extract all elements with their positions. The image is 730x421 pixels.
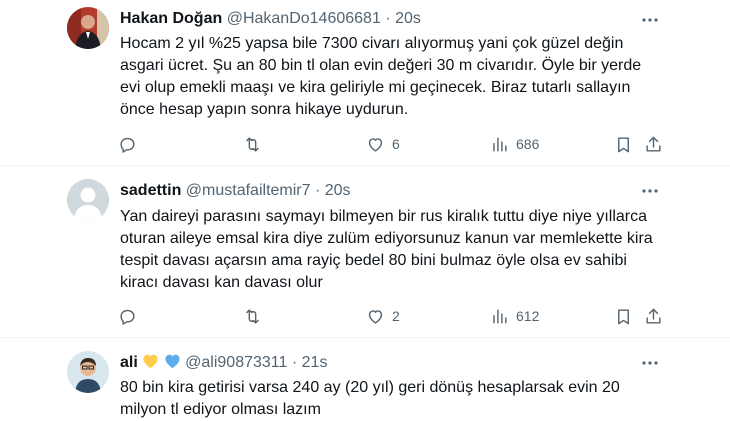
- tweet-actions: 2 612: [118, 305, 661, 327]
- tweet-line: oturan aileye emsal kira diye zulüm ediy…: [120, 230, 653, 247]
- views-button[interactable]: 612: [490, 305, 539, 327]
- blue-heart-emoji-icon: [165, 354, 180, 369]
- tweet-time[interactable]: 20s: [395, 10, 421, 27]
- share-icon: [646, 136, 661, 152]
- more-icon: [642, 361, 658, 365]
- like-count: 6: [392, 136, 400, 152]
- tweet-line: asgari ücret. Şu an 80 bin tl olan evin …: [120, 57, 642, 74]
- cartoon-avatar-icon: [67, 351, 109, 393]
- author-name[interactable]: ali: [120, 354, 138, 371]
- views-button[interactable]: 686: [490, 133, 539, 155]
- retweet-icon: [246, 136, 259, 152]
- like-count: 2: [392, 308, 400, 324]
- avatar-photo-icon: [67, 7, 109, 49]
- more-options-button[interactable]: [640, 181, 660, 201]
- separator-dot: ·: [385, 10, 391, 27]
- yellow-heart-emoji-icon: [143, 354, 158, 369]
- tweet-text: Yan daireyi parasını saymayı bilmeyen bi…: [120, 206, 680, 294]
- views-icon: [493, 136, 507, 152]
- retweet-button[interactable]: [243, 133, 262, 155]
- bookmark-button[interactable]: [614, 133, 633, 155]
- more-icon: [642, 18, 658, 22]
- tweet-line: kiracı davası kan davası olur: [120, 274, 323, 291]
- view-count: 686: [516, 136, 540, 152]
- separator-dot: ·: [291, 354, 298, 371]
- tweet-time[interactable]: 21s: [302, 354, 328, 371]
- bookmark-icon: [618, 308, 629, 324]
- default-avatar-icon: [67, 179, 109, 221]
- bookmark-icon: [618, 136, 629, 152]
- bookmark-button[interactable]: [614, 305, 633, 327]
- share-icon: [646, 308, 661, 324]
- tweet-header: ali @ali90873311 · 21s: [120, 353, 327, 373]
- tweet-hakan[interactable]: Hakan Doğan @HakanDo14606681 · 20s Hocam…: [0, 0, 730, 165]
- tweet-time[interactable]: 20s: [325, 182, 351, 199]
- share-button[interactable]: [644, 133, 663, 155]
- avatar[interactable]: [67, 7, 109, 49]
- tweet-line: tespit davası açarsın ama rayiç bedel 80…: [120, 252, 627, 269]
- author-handle[interactable]: @HakanDo14606681: [227, 10, 381, 27]
- view-count: 612: [516, 308, 540, 324]
- tweet-text: 80 bin kira getirisi varsa 240 ay (20 yı…: [120, 377, 680, 421]
- author-name[interactable]: sadettin: [120, 182, 181, 199]
- share-button[interactable]: [644, 305, 663, 327]
- tweet-line: evi olup emekli maaşı ve kira geliriyle …: [120, 79, 631, 96]
- like-button[interactable]: 6: [366, 133, 400, 155]
- tweet-header: sadettin @mustafailtemir7 · 20s: [120, 181, 351, 201]
- tweet-line: Yan daireyi parasını saymayı bilmeyen bi…: [120, 208, 648, 225]
- like-button[interactable]: 2: [366, 305, 400, 327]
- tweet-header: Hakan Doğan @HakanDo14606681 · 20s: [120, 9, 421, 29]
- more-options-button[interactable]: [640, 10, 660, 30]
- author-name[interactable]: Hakan Doğan: [120, 10, 222, 27]
- tweet-sadettin[interactable]: sadettin @mustafailtemir7 · 20s Yan dair…: [0, 166, 730, 336]
- tweet-line: önce hesap yapın sonra hikaye uydurun.: [120, 101, 409, 118]
- heart-icon: [368, 309, 383, 324]
- author-handle[interactable]: @mustafailtemir7: [186, 182, 311, 199]
- tweet-text: Hocam 2 yıl %25 yapsa bile 7300 civarı a…: [120, 33, 680, 121]
- avatar[interactable]: [67, 179, 109, 221]
- tweet-line: 80 bin kira getirisi varsa 240 ay (20 yı…: [120, 379, 620, 396]
- avatar[interactable]: [67, 351, 109, 393]
- retweet-icon: [246, 308, 259, 324]
- heart-icon: [368, 137, 383, 152]
- tweet-ali[interactable]: ali @ali90873311 · 21s 80 bin kira getir…: [0, 338, 730, 420]
- separator-dot: ·: [314, 182, 321, 199]
- tweet-actions: 6 686: [118, 133, 661, 155]
- reply-icon: [120, 137, 135, 153]
- reply-button[interactable]: [118, 305, 137, 327]
- more-options-button[interactable]: [640, 353, 660, 373]
- tweet-line: milyon tl ediyor olması lazım: [120, 401, 321, 418]
- reply-icon: [120, 309, 135, 325]
- author-handle[interactable]: @ali90873311: [185, 354, 287, 371]
- reply-button[interactable]: [118, 133, 137, 155]
- more-icon: [642, 189, 658, 193]
- views-icon: [493, 308, 507, 324]
- retweet-button[interactable]: [243, 305, 262, 327]
- tweet-line: Hocam 2 yıl %25 yapsa bile 7300 civarı a…: [120, 35, 624, 52]
